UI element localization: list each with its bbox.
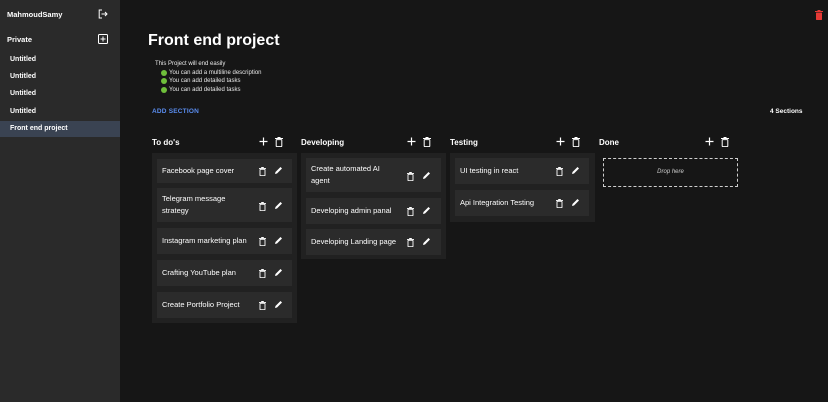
- delete-card-icon[interactable]: [407, 207, 414, 216]
- description-item: You can add detailed tasks: [155, 77, 262, 86]
- edit-card-icon[interactable]: [422, 206, 431, 215]
- column-title: Done: [599, 138, 619, 147]
- delete-card-icon[interactable]: [259, 237, 266, 246]
- delete-page-icon[interactable]: [815, 10, 823, 20]
- delete-card-icon[interactable]: [259, 269, 266, 278]
- sidebar-page-item[interactable]: Untitled: [0, 104, 120, 120]
- edit-card-icon[interactable]: [274, 268, 283, 277]
- delete-column-icon[interactable]: [275, 137, 283, 147]
- private-section-label: Private: [7, 35, 33, 44]
- column-title: To do's: [152, 138, 180, 147]
- delete-card-icon[interactable]: [407, 172, 414, 181]
- edit-card-icon[interactable]: [571, 198, 580, 207]
- description-item: You can add detailed tasks: [155, 86, 262, 95]
- page-title: Front end project: [148, 32, 280, 49]
- column-title: Testing: [450, 138, 478, 147]
- task-card[interactable]: Developing Landing page: [306, 229, 441, 255]
- checkmark-icon: [161, 78, 167, 85]
- edit-card-icon[interactable]: [274, 201, 283, 210]
- delete-column-icon[interactable]: [721, 137, 729, 147]
- description-item: You can add a multiline description: [155, 69, 262, 78]
- project-description[interactable]: This Project will end easily You can add…: [155, 60, 262, 94]
- task-card[interactable]: Crafting YouTube plan: [157, 260, 292, 286]
- sidebar-page-item-active[interactable]: Front end project: [0, 121, 120, 137]
- user-name: MahmoudSamy: [7, 10, 63, 19]
- add-card-icon[interactable]: [259, 137, 268, 146]
- delete-column-icon[interactable]: [423, 137, 431, 147]
- sidebar-page-item[interactable]: Untitled: [0, 52, 120, 68]
- logout-icon[interactable]: [98, 9, 108, 19]
- task-card[interactable]: UI testing in react: [455, 158, 589, 184]
- column-body: UI testing in react Api Integration Test…: [450, 153, 595, 222]
- description-line: This Project will end easily: [155, 61, 226, 67]
- column-header: Developing: [301, 137, 441, 149]
- task-card[interactable]: Create Portfolio Project: [157, 292, 292, 318]
- delete-card-icon[interactable]: [407, 238, 414, 247]
- delete-card-icon[interactable]: [556, 199, 563, 208]
- edit-card-icon[interactable]: [571, 166, 580, 175]
- edit-card-icon[interactable]: [274, 236, 283, 245]
- edit-card-icon[interactable]: [274, 300, 283, 309]
- drop-zone[interactable]: Drop here: [603, 158, 738, 187]
- add-card-icon[interactable]: [556, 137, 565, 146]
- task-card[interactable]: Create automated AI agent: [306, 158, 441, 192]
- add-card-icon[interactable]: [407, 137, 416, 146]
- column-title: Developing: [301, 138, 345, 147]
- column-header: To do's: [152, 137, 292, 149]
- edit-card-icon[interactable]: [422, 237, 431, 246]
- add-card-icon[interactable]: [705, 137, 714, 146]
- sidebar: MahmoudSamy Private Untitled Untitled Un…: [0, 0, 120, 402]
- column-body: Create automated AI agent Developing adm…: [301, 153, 446, 259]
- add-section-button[interactable]: ADD SECTION: [152, 108, 199, 115]
- delete-card-icon[interactable]: [259, 167, 266, 176]
- task-card[interactable]: Telegram message strategy: [157, 188, 292, 222]
- task-card[interactable]: Instagram marketing plan: [157, 228, 292, 254]
- column-header: Testing: [450, 137, 590, 149]
- column-header: Done: [599, 137, 739, 149]
- edit-card-icon[interactable]: [422, 171, 431, 180]
- sidebar-page-item[interactable]: Untitled: [0, 86, 120, 102]
- delete-column-icon[interactable]: [572, 137, 580, 147]
- sections-count: 4 Sections: [770, 108, 803, 115]
- edit-card-icon[interactable]: [274, 166, 283, 175]
- delete-card-icon[interactable]: [556, 167, 563, 176]
- delete-card-icon[interactable]: [259, 202, 266, 211]
- task-card[interactable]: Api Integration Testing: [455, 190, 589, 216]
- task-card[interactable]: Developing admin panal: [306, 198, 441, 224]
- checkmark-icon: [161, 86, 167, 93]
- delete-card-icon[interactable]: [259, 301, 266, 310]
- sidebar-page-item[interactable]: Untitled: [0, 69, 120, 85]
- checkmark-icon: [161, 69, 167, 76]
- task-card[interactable]: Facebook page cover: [157, 159, 292, 183]
- column-body: Facebook page cover Telegram message str…: [152, 153, 297, 323]
- user-row: MahmoudSamy: [0, 6, 120, 24]
- add-page-icon[interactable]: [98, 34, 108, 44]
- private-section-header: Private: [0, 32, 120, 48]
